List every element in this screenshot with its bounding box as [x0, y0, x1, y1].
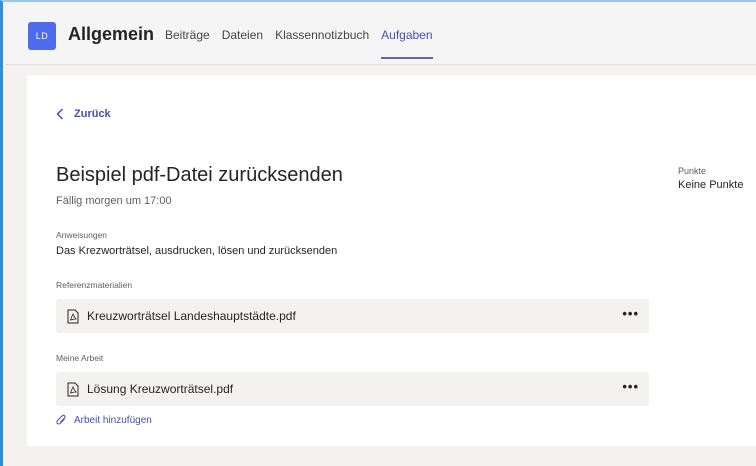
chevron-left-icon: [56, 108, 64, 120]
add-work-label: Arbeit hinzufügen: [74, 414, 152, 426]
more-icon[interactable]: •••: [622, 380, 639, 394]
pdf-file-icon: [67, 382, 79, 397]
instructions-label: Anweisungen: [56, 230, 108, 240]
reference-file-name: Kreuzworträtsel Landeshauptstädte.pdf: [87, 309, 296, 323]
points-value: Keine Punkte: [678, 179, 744, 191]
team-avatar[interactable]: LD: [28, 22, 56, 50]
app-frame: LD Allgemein Beiträge Dateien Klassennot…: [0, 0, 756, 466]
due-date: Fällig morgen um 17:00: [56, 195, 172, 207]
tab-dateien[interactable]: Dateien: [216, 4, 269, 65]
my-work-label: Meine Arbeit: [56, 353, 104, 363]
points-label: Punkte: [678, 166, 707, 176]
channel-tabs: Beiträge Dateien Klassennotizbuch Aufgab…: [159, 4, 439, 65]
back-label: Zurück: [74, 108, 111, 120]
assignment-panel: Zurück Beispiel pdf-Datei zurücksenden F…: [27, 75, 756, 446]
paperclip-icon: [56, 414, 66, 425]
instructions-text: Das Krezworträtsel, ausdrucken, lösen un…: [56, 245, 338, 257]
back-link[interactable]: Zurück: [56, 108, 111, 120]
add-work-link[interactable]: Arbeit hinzufügen: [56, 414, 152, 426]
channel-header: LD Allgemein Beiträge Dateien Klassennot…: [6, 4, 756, 65]
pdf-file-icon: [67, 309, 79, 324]
tab-aufgaben[interactable]: Aufgaben: [375, 4, 438, 65]
reference-materials-label: Referenzmaterialien: [56, 280, 133, 290]
reference-file-row[interactable]: Kreuzworträtsel Landeshauptstädte.pdf ••…: [56, 299, 649, 333]
channel-title: Allgemein: [68, 24, 155, 44]
tab-klassennotizbuch[interactable]: Klassennotizbuch: [269, 4, 375, 65]
my-work-file-name: Lösung Kreuzworträtsel.pdf: [87, 382, 234, 396]
assignment-title: Beispiel pdf-Datei zurücksenden: [56, 164, 343, 186]
tab-beitraege[interactable]: Beiträge: [159, 4, 216, 65]
more-icon[interactable]: •••: [622, 307, 639, 321]
my-work-file-row[interactable]: Lösung Kreuzworträtsel.pdf •••: [56, 372, 649, 406]
